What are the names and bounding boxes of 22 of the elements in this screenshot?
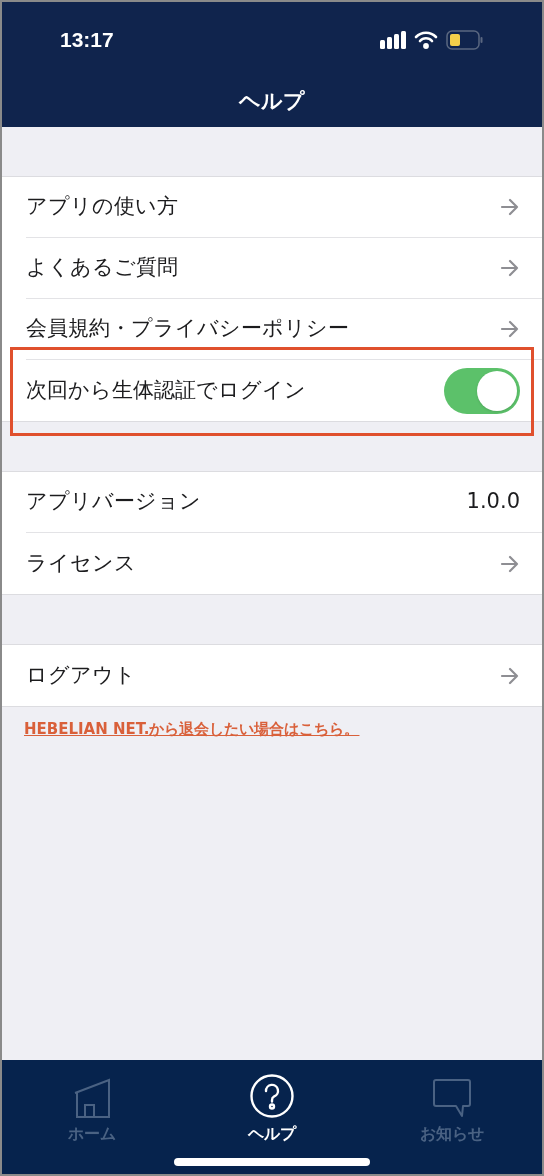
arrow-right-icon xyxy=(500,666,520,685)
arrow-right-icon xyxy=(500,259,520,277)
arrow-right-icon xyxy=(500,554,520,573)
row-label[interactable]: アプリバージョン xyxy=(26,486,467,518)
row-label[interactable]: 次回から生体認証でログイン xyxy=(26,374,444,407)
chat-bubble-icon xyxy=(432,1078,472,1118)
help-icon xyxy=(250,1074,294,1118)
wifi-icon xyxy=(414,30,438,49)
row-label[interactable]: ライセンス xyxy=(26,547,500,580)
page-title: ヘルプ xyxy=(239,88,305,116)
home-icon xyxy=(73,1078,111,1118)
signal-icon xyxy=(380,30,406,49)
row-label[interactable]: よくあるご質問 xyxy=(26,252,500,284)
status-time: 13:17 xyxy=(60,26,114,53)
tab-item[interactable]: ヘルプ xyxy=(182,1072,362,1158)
row-label[interactable]: アプリの使い方 xyxy=(26,191,500,223)
arrow-right-icon xyxy=(500,198,520,216)
battery-icon xyxy=(446,29,484,50)
row-label[interactable]: 会員規約・プライバシーポリシー xyxy=(26,313,500,345)
toggle-switch[interactable] xyxy=(444,367,520,414)
version-value: 1.0.0 xyxy=(466,488,520,516)
arrow-right-icon xyxy=(500,320,520,338)
